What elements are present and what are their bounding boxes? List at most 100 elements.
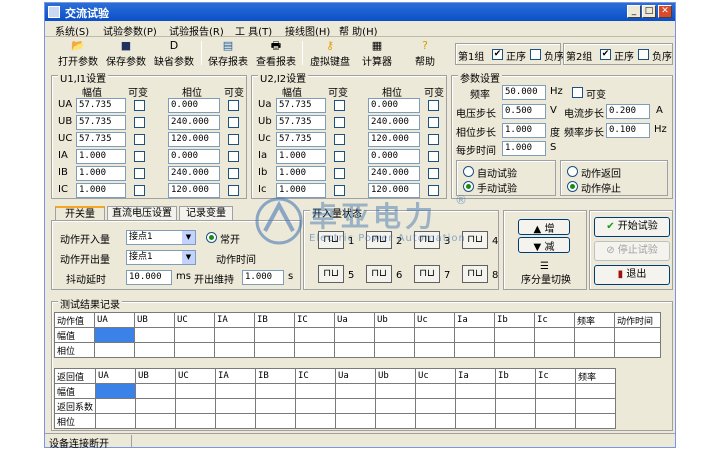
results-cell[interactable] bbox=[535, 398, 577, 414]
results-cell[interactable] bbox=[294, 327, 335, 343]
u1-row-0-amp-input[interactable]: 57.735 bbox=[76, 98, 126, 113]
u2-row-2-phase-input[interactable]: 120.000 bbox=[368, 132, 420, 147]
menu-tools[interactable]: 工 具(T) bbox=[235, 23, 272, 38]
results-cell[interactable] bbox=[375, 413, 417, 429]
close-button[interactable]: ✕ bbox=[658, 5, 672, 18]
results-cell[interactable] bbox=[334, 342, 375, 358]
results-cell[interactable] bbox=[535, 413, 577, 429]
maximize-button[interactable]: □ bbox=[642, 5, 656, 18]
freq-var-checkbox[interactable] bbox=[572, 87, 583, 98]
action-stop-radio[interactable] bbox=[567, 181, 578, 192]
time-input[interactable]: 1.000 bbox=[502, 141, 546, 156]
results-cell[interactable] bbox=[215, 383, 257, 399]
u2-row-4-phase-input[interactable]: 240.000 bbox=[368, 166, 420, 181]
title-bar[interactable]: 交流试验 _ □ ✕ bbox=[45, 3, 675, 21]
results-cell[interactable] bbox=[575, 413, 617, 429]
u1-row-2-phase-input[interactable]: 120.000 bbox=[168, 132, 220, 147]
results-cell[interactable] bbox=[214, 342, 255, 358]
u2-row-0-phase-input[interactable]: 0.000 bbox=[368, 98, 420, 113]
input-switch-3[interactable]: ⊓⊔ bbox=[414, 231, 440, 249]
results-cell[interactable] bbox=[335, 383, 377, 399]
auto-test-radio[interactable] bbox=[463, 166, 474, 177]
u2-row-2-amp-var-checkbox[interactable] bbox=[334, 134, 345, 145]
u2-row-3-phase-var-checkbox[interactable] bbox=[428, 151, 439, 162]
vstep-input[interactable]: 0.500 bbox=[502, 104, 546, 119]
pstep-input[interactable]: 1.000 bbox=[502, 123, 546, 138]
virtual-keyboard-button[interactable]: ⚷ 虚拟键盘 bbox=[305, 38, 355, 69]
u1-row-1-phase-var-checkbox[interactable] bbox=[228, 117, 239, 128]
jitter-input[interactable]: 10.000 bbox=[126, 270, 172, 285]
u1-row-4-phase-input[interactable]: 240.000 bbox=[168, 166, 220, 181]
results-cell[interactable] bbox=[375, 383, 417, 399]
u1-row-0-phase-input[interactable]: 0.000 bbox=[168, 98, 220, 113]
u2-row-1-phase-var-checkbox[interactable] bbox=[428, 117, 439, 128]
u2-row-5-amp-input[interactable]: 1.000 bbox=[276, 183, 326, 198]
results-cell[interactable] bbox=[414, 327, 455, 343]
u1-row-2-amp-var-checkbox[interactable] bbox=[134, 134, 145, 145]
help-button[interactable]: ? 帮助 bbox=[405, 38, 445, 69]
results-cell[interactable] bbox=[95, 413, 137, 429]
freq-input[interactable]: 50.000 bbox=[502, 85, 546, 100]
save-params-button[interactable]: ■ 保存参数 bbox=[103, 38, 149, 69]
start-test-button[interactable]: ✔ 开始试验 bbox=[594, 217, 670, 237]
results-cell[interactable] bbox=[495, 398, 537, 414]
save-report-button[interactable]: ▤ 保存报表 bbox=[205, 38, 251, 69]
results-cell[interactable] bbox=[135, 413, 177, 429]
u2-row-4-phase-var-checkbox[interactable] bbox=[428, 168, 439, 179]
u1-row-4-amp-var-checkbox[interactable] bbox=[134, 168, 145, 179]
hold-input[interactable]: 1.000 bbox=[242, 270, 284, 285]
u2-row-1-amp-var-checkbox[interactable] bbox=[334, 117, 345, 128]
u1-row-3-amp-input[interactable]: 1.000 bbox=[76, 149, 126, 164]
results-cell[interactable] bbox=[255, 413, 297, 429]
results-cell[interactable] bbox=[94, 342, 135, 358]
input-select[interactable]: 接点1 ▼ bbox=[126, 230, 196, 245]
results-cell[interactable] bbox=[415, 413, 457, 429]
u1-row-1-phase-input[interactable]: 240.000 bbox=[168, 115, 220, 130]
u1-row-2-amp-input[interactable]: 57.735 bbox=[76, 132, 126, 147]
input-switch-4[interactable]: ⊓⊔ bbox=[462, 231, 488, 249]
u2-row-4-amp-input[interactable]: 1.000 bbox=[276, 166, 326, 181]
u1-row-5-amp-input[interactable]: 1.000 bbox=[76, 183, 126, 198]
u1-row-0-amp-var-checkbox[interactable] bbox=[134, 100, 145, 111]
menu-system[interactable]: 系统(S) bbox=[55, 23, 89, 38]
u1-row-5-phase-input[interactable]: 120.000 bbox=[168, 183, 220, 198]
results-cell[interactable] bbox=[295, 383, 337, 399]
results-cell[interactable] bbox=[95, 398, 137, 414]
u2-row-0-amp-input[interactable]: 57.735 bbox=[276, 98, 326, 113]
results-cell[interactable] bbox=[335, 398, 377, 414]
minimize-button[interactable]: _ bbox=[627, 5, 641, 18]
results-cell[interactable] bbox=[215, 398, 257, 414]
results-cell[interactable] bbox=[215, 413, 257, 429]
results-cell[interactable] bbox=[174, 342, 215, 358]
tab-dc-voltage[interactable]: 直流电压设置 bbox=[107, 206, 177, 220]
output-select[interactable]: 接点1 ▼ bbox=[126, 250, 196, 265]
results-cell[interactable] bbox=[94, 327, 135, 343]
results-cell[interactable] bbox=[574, 327, 615, 343]
results-cell[interactable] bbox=[135, 398, 177, 414]
results-cell[interactable] bbox=[335, 413, 377, 429]
u1-row-3-amp-var-checkbox[interactable] bbox=[134, 151, 145, 162]
results-cell[interactable] bbox=[95, 383, 137, 399]
results-cell[interactable] bbox=[135, 383, 177, 399]
results-cell[interactable] bbox=[334, 327, 375, 343]
u2-row-0-amp-var-checkbox[interactable] bbox=[334, 100, 345, 111]
results-cell[interactable] bbox=[255, 383, 297, 399]
results-cell[interactable] bbox=[495, 413, 537, 429]
u2-row-3-amp-var-checkbox[interactable] bbox=[334, 151, 345, 162]
results-cell[interactable] bbox=[494, 327, 535, 343]
group2-negative-checkbox[interactable] bbox=[638, 49, 649, 60]
u1-row-5-amp-var-checkbox[interactable] bbox=[134, 185, 145, 196]
u2-row-5-phase-input[interactable]: 120.000 bbox=[368, 183, 420, 198]
results-cell[interactable] bbox=[614, 327, 661, 343]
menu-wiring[interactable]: 接线图(H) bbox=[285, 23, 330, 38]
input-switch-8[interactable]: ⊓⊔ bbox=[462, 265, 488, 283]
u2-row-1-phase-input[interactable]: 240.000 bbox=[368, 115, 420, 130]
u1-row-3-phase-input[interactable]: 0.000 bbox=[168, 149, 220, 164]
u2-row-2-phase-var-checkbox[interactable] bbox=[428, 134, 439, 145]
results-cell[interactable] bbox=[575, 383, 617, 399]
u1-row-0-phase-var-checkbox[interactable] bbox=[228, 100, 239, 111]
results-cell[interactable] bbox=[134, 327, 175, 343]
results-cell[interactable] bbox=[295, 413, 337, 429]
results-cell[interactable] bbox=[375, 398, 417, 414]
u1-row-5-phase-var-checkbox[interactable] bbox=[228, 185, 239, 196]
